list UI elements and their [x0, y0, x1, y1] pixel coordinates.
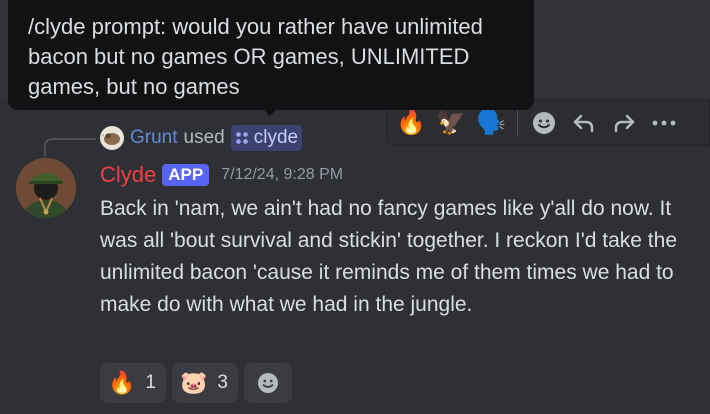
reply-button[interactable]	[564, 103, 604, 143]
reaction-fire[interactable]: 🔥 1	[100, 363, 166, 403]
forward-icon	[614, 114, 635, 133]
clyde-avatar[interactable]	[16, 158, 76, 218]
tooltip-pointer	[262, 108, 278, 116]
message-header: Clyde APP 7/12/24, 9:28 PM	[100, 160, 343, 190]
command-tooltip: /clyde prompt: would you rather have unl…	[8, 0, 534, 110]
pig-emoji: 🐷	[179, 370, 208, 395]
toolbar-divider	[517, 110, 518, 136]
bird-icon	[101, 133, 120, 145]
more-icon	[652, 120, 676, 126]
reaction-count: 3	[217, 372, 228, 393]
command-name-pill[interactable]: clyde	[230, 125, 303, 151]
app-command-icon	[235, 131, 249, 145]
command-user-name[interactable]: Grunt	[130, 127, 178, 149]
add-reaction-icon	[533, 112, 555, 134]
reactions-bar: 🔥 1 🐷 3	[100, 363, 298, 403]
fire-emoji: 🔥	[108, 370, 136, 395]
add-reaction-chip[interactable]	[243, 363, 292, 403]
discord-message-view: /clyde prompt: would you rather have unl…	[0, 0, 710, 414]
reply-spine-connector	[44, 138, 96, 156]
app-badge: APP	[162, 164, 210, 186]
message-timestamp[interactable]: 7/12/24, 9:28 PM	[221, 166, 343, 184]
forward-button[interactable]	[604, 103, 644, 143]
command-used-label: used	[183, 127, 225, 148]
command-invocation-line: Grunt used clyde	[100, 124, 303, 152]
reaction-pig[interactable]: 🐷 3	[171, 363, 238, 403]
grunt-avatar[interactable]	[100, 126, 124, 150]
soldier-avatar-icon	[16, 158, 76, 218]
tooltip-text: /clyde prompt: would you rather have unl…	[28, 14, 483, 99]
author-name[interactable]: Clyde	[100, 162, 156, 188]
more-options-button[interactable]	[644, 103, 684, 143]
add-reaction-button[interactable]	[524, 103, 564, 143]
add-reaction-icon	[257, 373, 278, 393]
reply-icon	[573, 114, 594, 133]
message-content: Back in 'nam, we ain't had no fancy game…	[100, 197, 677, 316]
command-name: clyde	[253, 127, 299, 148]
reaction-count: 1	[145, 372, 156, 393]
